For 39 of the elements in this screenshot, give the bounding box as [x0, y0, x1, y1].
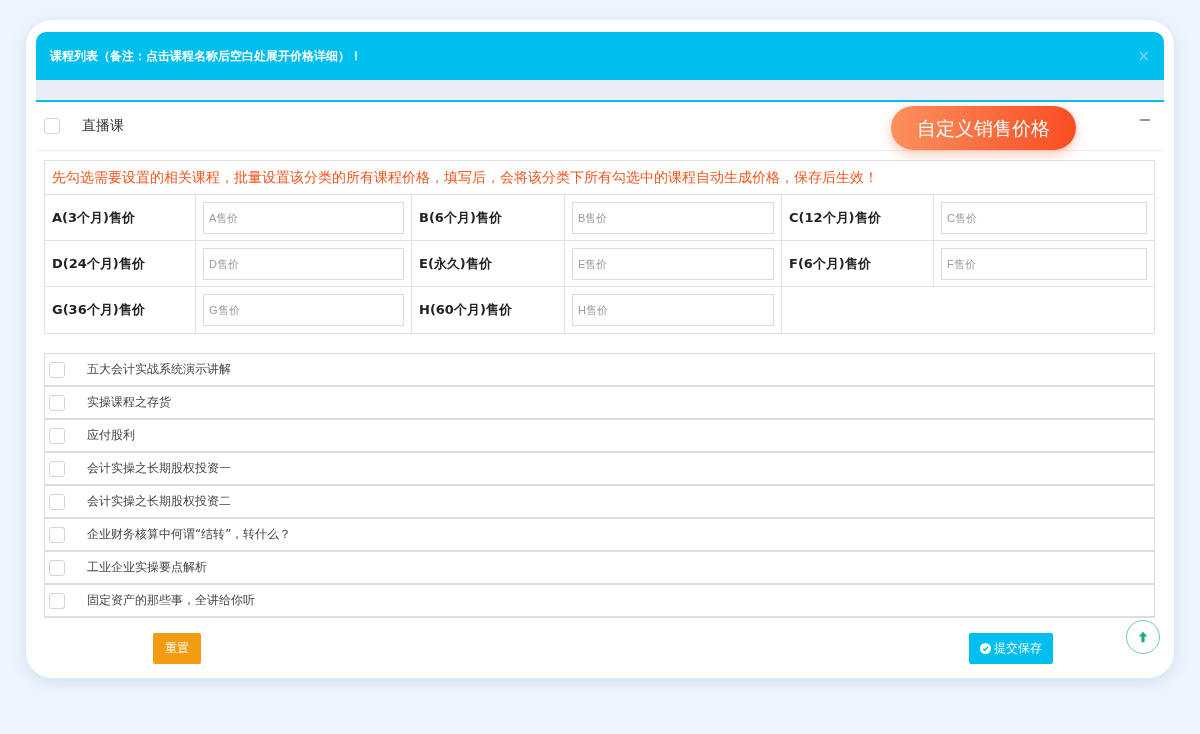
price-label: C(12个月)售价	[782, 195, 934, 241]
checkbox[interactable]	[49, 427, 65, 444]
course-name[interactable]: 会计实操之长期股权投资一	[87, 460, 231, 477]
price-input[interactable]: G售价	[203, 294, 404, 326]
price-input[interactable]: H售价	[572, 294, 774, 326]
price-input[interactable]: D售价	[203, 247, 404, 280]
dialog-title: 课程列表（备注：点击课程名称后空白处展开价格详细）！	[50, 47, 363, 65]
course-name[interactable]: 工业企业实操要点解析	[87, 559, 207, 576]
course-name[interactable]: 企业财务核算中何谓“结转”，转什么？	[87, 526, 292, 543]
checkbox[interactable]	[49, 394, 65, 411]
price-label: D(24个月)售价	[45, 241, 196, 287]
course-name[interactable]: 五大会计实战系统演示讲解	[87, 361, 231, 378]
price-input[interactable]: A售价	[203, 201, 404, 234]
course-name[interactable]: 实操课程之存货	[87, 394, 171, 411]
checkbox[interactable]	[49, 493, 65, 510]
course-name[interactable]: 固定资产的那些事，全讲给你听	[87, 592, 255, 609]
price-input[interactable]: B售价	[572, 201, 774, 234]
checkbox[interactable]	[49, 592, 65, 609]
category-label[interactable]: 直播课	[82, 117, 124, 135]
price-label: F(6个月)售价	[782, 241, 934, 287]
scroll-top-button[interactable]	[1126, 620, 1160, 654]
checkbox[interactable]	[49, 361, 65, 378]
price-label: G(36个月)售价	[45, 287, 196, 333]
checkbox[interactable]	[49, 460, 65, 477]
course-name[interactable]: 会计实操之长期股权投资二	[87, 493, 231, 510]
price-label: H(60个月)售价	[412, 287, 565, 333]
price-input[interactable]: E售价	[572, 247, 774, 280]
check-circle-icon	[980, 642, 991, 654]
price-label: B(6个月)售价	[412, 195, 565, 241]
notice-text: 先勾选需要设置的相关课程，批量设置该分类的所有课程价格，填写后，会将该分类下所有勾选中的课程自动生成价格，保存后生效！	[45, 161, 1154, 195]
course-name[interactable]: 应付股利	[87, 427, 135, 444]
checkbox[interactable]	[49, 526, 65, 543]
checkbox[interactable]	[49, 559, 65, 576]
price-input[interactable]: F售价	[941, 247, 1147, 280]
price-label: A(3个月)售价	[45, 195, 196, 241]
arrow-up-icon	[1136, 630, 1150, 644]
price-input[interactable]: C售价	[941, 201, 1147, 234]
price-label: E(永久)售价	[412, 241, 565, 287]
checkbox[interactable]	[44, 118, 60, 134]
